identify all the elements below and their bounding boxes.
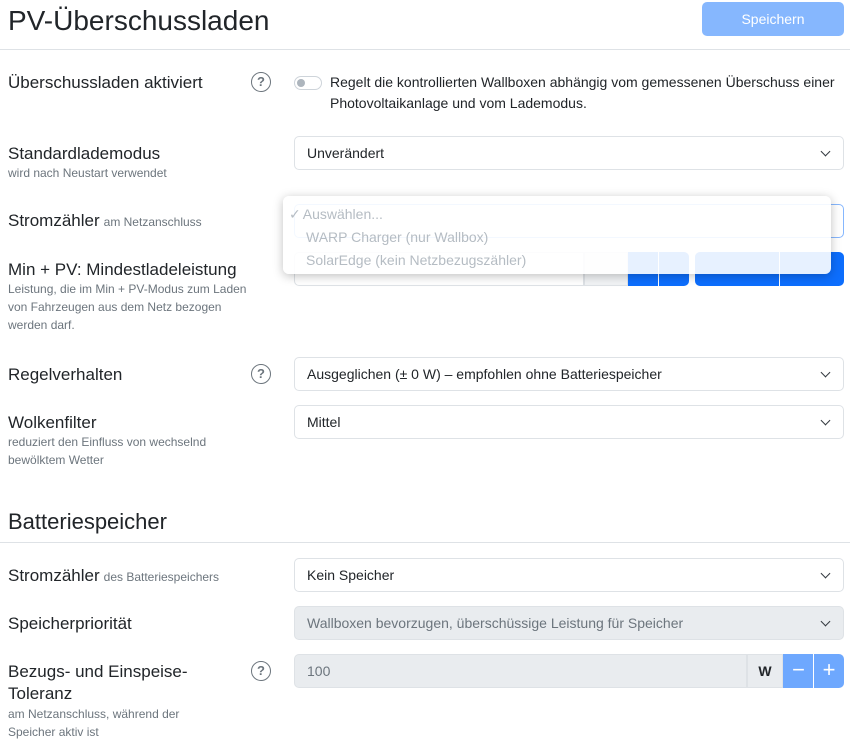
plus-button[interactable]: + [813, 654, 844, 688]
question-circle-icon[interactable]: ? [251, 661, 271, 681]
min-pv-label: Min + PV: Mindestladeleistung [8, 260, 237, 279]
chevron-down-icon [820, 367, 831, 378]
tolerance-subtext: am Netzanschluss, während der Speicher a… [8, 707, 180, 739]
default-mode-select[interactable]: Unverändert [294, 136, 844, 170]
tolerance-input-group: 100 W − + [294, 654, 844, 688]
question-circle-icon[interactable]: ? [251, 72, 271, 92]
control-value: Ausgeglichen (± 0 W) – empfohlen ohne Ba… [307, 366, 662, 382]
enable-label: Überschussladen aktiviert [8, 73, 203, 92]
enable-description: Regelt die kontrollierten Wallboxen abhä… [330, 74, 835, 111]
section-divider [0, 542, 850, 543]
tolerance-input[interactable]: 100 [294, 654, 747, 688]
chevron-down-icon [820, 146, 831, 157]
min-pv-subtext: Leistung, die im Min + PV-Modus zum Lade… [8, 282, 247, 332]
page-title: PV-Überschussladen [8, 5, 270, 36]
meter-label: Stromzähler am Netzanschluss [8, 210, 202, 233]
save-button[interactable]: Speichern [702, 2, 844, 36]
control-label: Regelverhalten [8, 365, 123, 384]
priority-label: Speicherpriorität [8, 614, 132, 633]
cloud-select[interactable]: Mittel [294, 405, 844, 439]
battery-section-title: Batteriespeicher [8, 509, 167, 534]
battery-meter-label: Stromzähler des Batteriespeichers [8, 565, 219, 588]
check-icon: ✓ [289, 206, 301, 222]
meter-label-sub: am Netzanschluss [103, 215, 202, 229]
tolerance-label: Bezugs- und Einspeise-Toleranz [8, 662, 188, 703]
chevron-down-icon [820, 568, 831, 579]
cloud-value: Mittel [307, 414, 341, 430]
question-circle-icon[interactable]: ? [251, 364, 271, 384]
battery-meter-label-text: Stromzähler [8, 566, 100, 585]
dropdown-option[interactable]: WARP Charger (nur Wallbox) [306, 227, 488, 247]
chevron-down-icon [820, 616, 831, 627]
battery-meter-value: Kein Speicher [307, 567, 395, 583]
cloud-label: Wolkenfilter [8, 413, 97, 432]
dropdown-option[interactable]: SolarEdge (kein Netzbezugszähler) [306, 250, 526, 270]
page-header: PV-Überschussladen Speichern [0, 0, 850, 50]
control-select[interactable]: Ausgeglichen (± 0 W) – empfohlen ohne Ba… [294, 357, 844, 391]
meter-dropdown-menu: ✓ Auswählen... WARP Charger (nur Wallbox)… [283, 196, 831, 274]
dropdown-option[interactable]: ✓ Auswählen... [289, 204, 383, 224]
default-mode-label: Standardlademodus [8, 144, 161, 163]
priority-select[interactable]: Wallboxen bevorzugen, überschüssige Leis… [294, 606, 844, 640]
priority-value: Wallboxen bevorzugen, überschüssige Leis… [307, 615, 684, 631]
dropdown-option-label: Auswählen... [302, 206, 383, 222]
cloud-subtext: reduziert den Einfluss von wechselnd bew… [8, 435, 207, 467]
tolerance-unit: W [747, 654, 783, 688]
chevron-down-icon [820, 415, 831, 426]
battery-meter-label-sub: des Batteriespeichers [103, 570, 220, 584]
default-mode-value: Unverändert [307, 145, 385, 161]
default-mode-subtext: wird nach Neustart verwendet [8, 166, 167, 180]
battery-meter-select[interactable]: Kein Speicher [294, 558, 844, 592]
enable-switch[interactable] [294, 76, 322, 90]
minus-button[interactable]: − [783, 654, 814, 688]
meter-label-text: Stromzähler [8, 211, 100, 230]
